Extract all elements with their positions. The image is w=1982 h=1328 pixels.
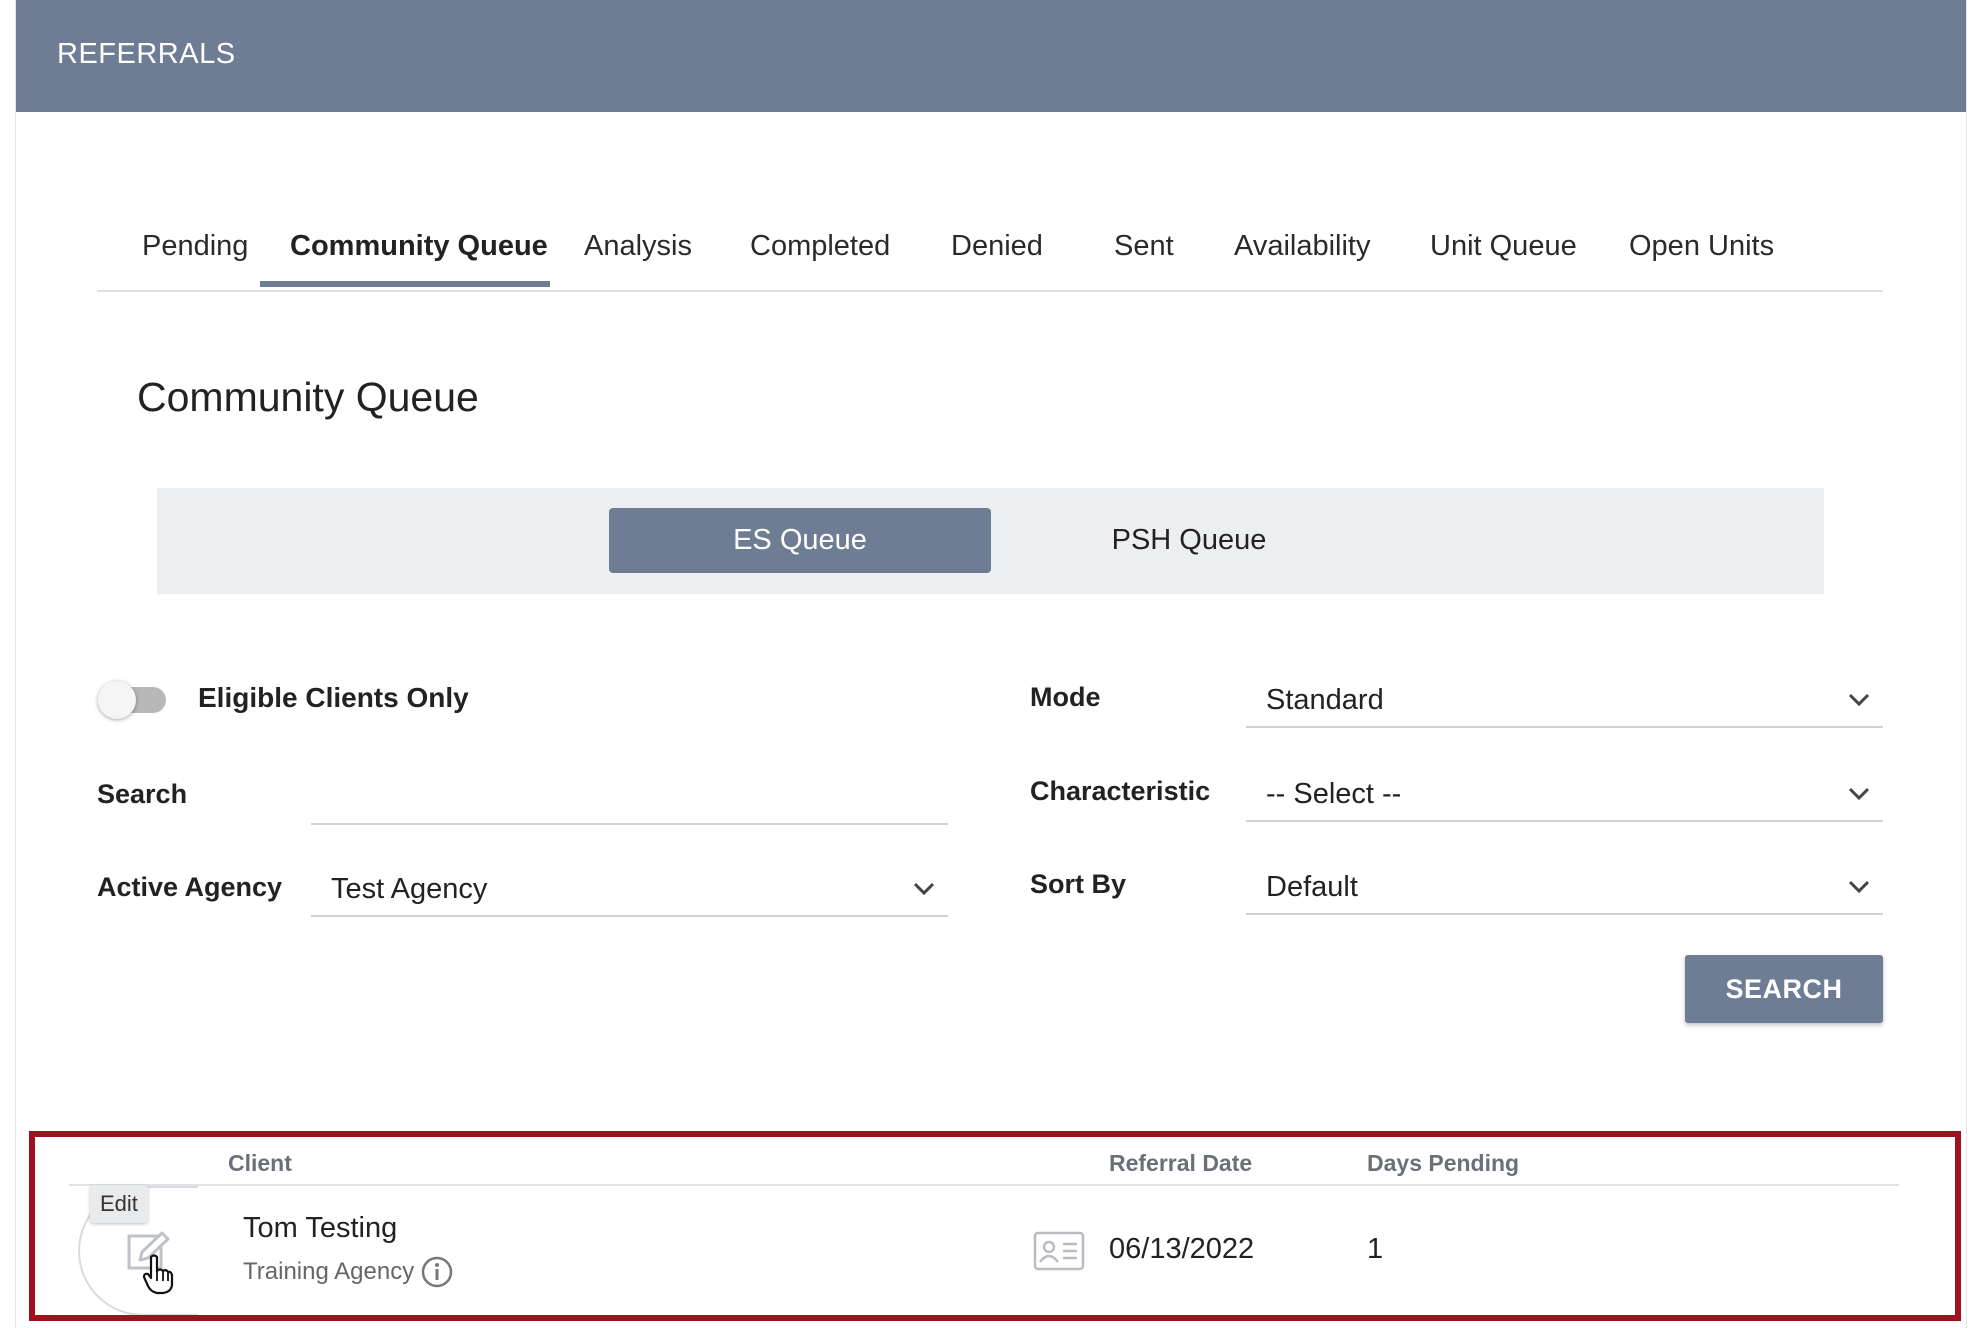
tab-sent[interactable]: Sent: [1114, 230, 1174, 288]
tab-availability[interactable]: Availability: [1234, 230, 1370, 288]
tab-open-units[interactable]: Open Units: [1629, 230, 1774, 288]
section-title: Community Queue: [137, 374, 479, 420]
tab-pending[interactable]: Pending: [142, 230, 248, 288]
tab-analysis[interactable]: Analysis: [584, 230, 692, 288]
mode-value: Standard: [1266, 684, 1384, 716]
eligible-clients-toggle[interactable]: [98, 681, 168, 719]
queue-selector: ES Queue PSH Queue: [157, 488, 1824, 594]
chevron-down-icon: [1848, 880, 1870, 894]
tab-bar: Pending Community Queue Analysis Complet…: [97, 218, 1883, 292]
search-label: Search: [97, 779, 188, 809]
chevron-down-icon: [1848, 787, 1870, 801]
tab-denied[interactable]: Denied: [951, 230, 1043, 288]
sort-by-label: Sort By: [1030, 869, 1127, 899]
active-agency-value: Test Agency: [331, 873, 488, 905]
highlight-annotation-box: [29, 1131, 1961, 1321]
characteristic-label: Characteristic: [1030, 776, 1211, 806]
mode-select[interactable]: Standard: [1246, 674, 1883, 728]
active-tab-indicator: [260, 281, 550, 287]
characteristic-select[interactable]: -- Select --: [1246, 768, 1883, 822]
page-header-title: REFERRALS: [57, 38, 236, 70]
toggle-knob: [98, 681, 136, 719]
eligible-clients-label: Eligible Clients Only: [198, 682, 469, 713]
sort-by-value: Default: [1266, 871, 1358, 903]
page: REFERRALS Pending Community Queue Analys…: [15, 0, 1967, 1328]
mode-label: Mode: [1030, 682, 1101, 712]
es-queue-button[interactable]: ES Queue: [609, 508, 991, 573]
psh-queue-button[interactable]: PSH Queue: [998, 508, 1380, 573]
search-input[interactable]: [311, 771, 948, 825]
tab-unit-queue[interactable]: Unit Queue: [1430, 230, 1577, 288]
search-button[interactable]: SEARCH: [1685, 955, 1883, 1023]
app-header: REFERRALS: [16, 0, 1966, 112]
active-agency-label: Active Agency: [97, 872, 283, 902]
characteristic-value: -- Select --: [1266, 778, 1402, 810]
tab-completed[interactable]: Completed: [750, 230, 890, 288]
active-agency-select[interactable]: Test Agency: [311, 863, 948, 917]
chevron-down-icon: [913, 882, 935, 896]
tab-community-queue[interactable]: Community Queue: [290, 230, 548, 288]
sort-by-select[interactable]: Default: [1246, 861, 1883, 915]
chevron-down-icon: [1848, 693, 1870, 707]
